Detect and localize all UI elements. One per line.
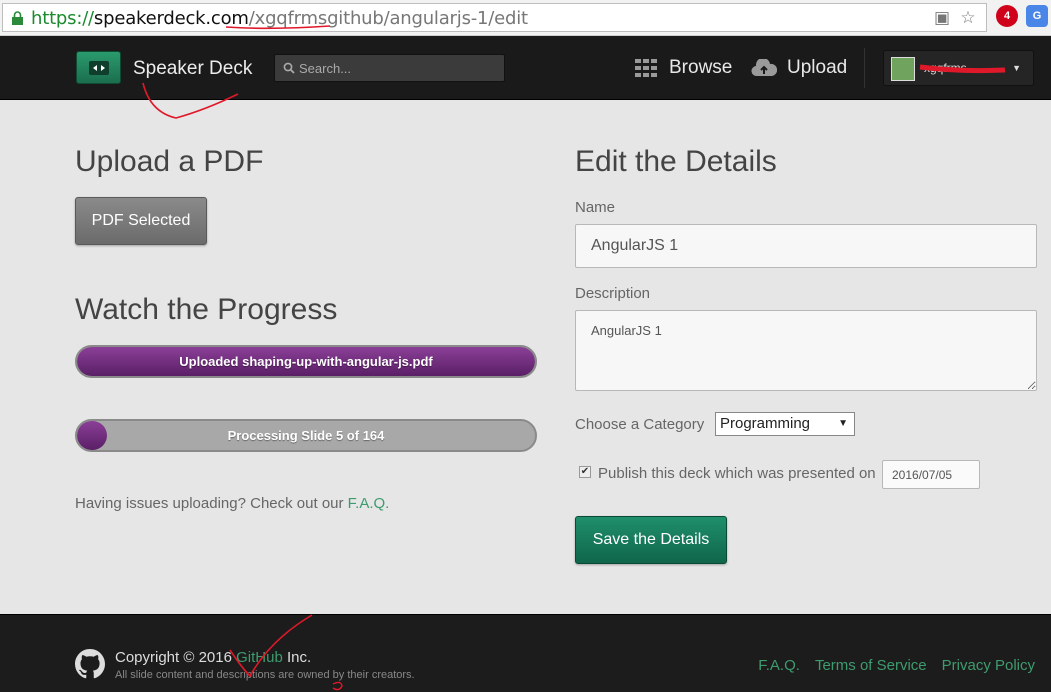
- translate-icon[interactable]: ▣: [932, 8, 952, 28]
- footer-privacy-link[interactable]: Privacy Policy: [942, 657, 1035, 674]
- nav-browse-label: Browse: [669, 57, 733, 78]
- upload-progress-text: Uploaded shaping-up-with-angular-js.pdf: [179, 354, 433, 369]
- lock-icon: [12, 11, 23, 25]
- url-text: https://speakerdeck.com/xgqfrmsgithub/an…: [31, 8, 528, 29]
- caret-down-icon: ▼: [1012, 63, 1021, 73]
- category-value: Programming: [720, 415, 811, 432]
- cloud-upload-icon: [751, 59, 777, 77]
- upload-progress-bar: Uploaded shaping-up-with-angular-js.pdf: [75, 345, 537, 378]
- processing-progress-bar: Processing Slide 5 of 164: [75, 419, 537, 452]
- search-icon: [283, 62, 295, 74]
- presented-date-input[interactable]: [882, 460, 980, 489]
- processing-progress-text: Processing Slide 5 of 164: [227, 428, 385, 443]
- description-textarea[interactable]: [575, 310, 1037, 391]
- nav-upload-label: Upload: [787, 57, 848, 78]
- upload-title: Upload a PDF: [75, 145, 264, 178]
- star-icon[interactable]: ☆: [958, 8, 978, 28]
- github-icon[interactable]: [75, 649, 105, 679]
- address-bar[interactable]: https://speakerdeck.com/xgqfrmsgithub/an…: [2, 3, 987, 32]
- site-header: Speaker Deck Browse Upload xgqfrms ▼: [0, 36, 1051, 100]
- details-title: Edit the Details: [575, 145, 777, 178]
- footer-links: F.A.Q. Terms of Service Privacy Policy: [758, 657, 1035, 674]
- user-name: xgqfrms: [924, 61, 967, 75]
- publish-label: Publish this deck which was presented on: [598, 465, 876, 482]
- footer-terms-link[interactable]: Terms of Service: [815, 657, 927, 674]
- pdf-selected-button[interactable]: PDF Selected: [75, 197, 207, 245]
- category-select[interactable]: Programming ▼: [715, 412, 855, 436]
- footer-subtext: All slide content and descriptions are o…: [115, 669, 415, 681]
- category-label: Choose a Category: [575, 416, 705, 433]
- help-faq-link[interactable]: F.A.Q.: [348, 495, 390, 512]
- nav-browse[interactable]: Browse: [635, 57, 732, 79]
- description-label: Description: [575, 285, 651, 302]
- github-link[interactable]: GitHub: [236, 649, 283, 666]
- save-details-button[interactable]: Save the Details: [575, 516, 727, 564]
- nav-upload[interactable]: Upload: [751, 57, 847, 79]
- avatar: [891, 57, 915, 81]
- name-label: Name: [575, 199, 616, 216]
- copyright: Copyright © 2016 GitHub Inc.: [115, 649, 312, 666]
- speakerdeck-logo-icon[interactable]: [76, 51, 121, 84]
- opera-extension-icon[interactable]: 4: [996, 5, 1018, 27]
- name-input[interactable]: [575, 224, 1037, 268]
- help-text: Having issues uploading? Check out our F…: [75, 495, 389, 512]
- search-input[interactable]: [299, 58, 499, 78]
- footer-faq-link[interactable]: F.A.Q.: [758, 657, 800, 674]
- brand-name[interactable]: Speaker Deck: [133, 58, 252, 80]
- caret-down-icon: ▼: [838, 418, 848, 429]
- site-footer: Copyright © 2016 GitHub Inc. All slide c…: [0, 614, 1051, 692]
- browser-toolbar: https://speakerdeck.com/xgqfrmsgithub/an…: [0, 0, 1051, 36]
- grid-icon: [635, 59, 657, 77]
- help-label: Having issues uploading? Check out our: [75, 495, 348, 512]
- search-box[interactable]: [274, 54, 505, 82]
- progress-title: Watch the Progress: [75, 293, 338, 326]
- user-menu[interactable]: xgqfrms ▼: [883, 50, 1034, 86]
- nav-divider: [864, 48, 865, 88]
- publish-checkbox[interactable]: ✔: [579, 466, 591, 478]
- google-translate-icon[interactable]: G: [1026, 5, 1048, 27]
